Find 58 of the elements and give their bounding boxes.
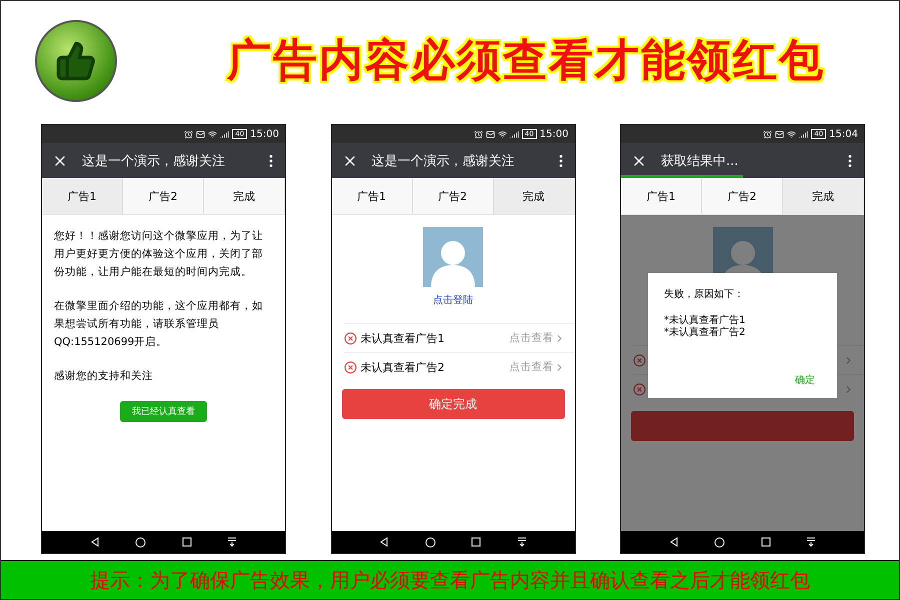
dialog-line: *未认真查看广告1 (664, 315, 746, 326)
page-title: 这是一个演示，感谢关注 (372, 152, 516, 170)
error-icon (344, 332, 356, 345)
login-link[interactable]: 点击登陆 (433, 293, 473, 308)
footer-tip: 提示：为了确保广告效果，用户必须要查看广告内容并且确认查看之后才能领红包 (1, 560, 899, 599)
dialog-line: *未认真查看广告2 (664, 327, 746, 340)
signal-icon (220, 130, 230, 139)
wifi-icon (787, 130, 796, 139)
mail-icon (486, 130, 495, 139)
tab[interactable]: 完成 (494, 178, 574, 214)
tab[interactable]: 广告1 (332, 178, 412, 214)
avatar-placeholder (423, 227, 483, 288)
row-text: 未认真查看广告2 (360, 360, 446, 375)
list-row[interactable]: 未认真查看广告2 点击查看 (344, 352, 574, 382)
home-icon[interactable] (424, 536, 436, 548)
page-title: 这是一个演示，感谢关注 (82, 152, 226, 170)
page-title: 获取结果中... (661, 152, 740, 170)
status-time: 15:04 (829, 128, 858, 140)
mail-icon (196, 130, 206, 139)
wifi-icon (498, 130, 507, 139)
dropdown-icon[interactable] (806, 537, 816, 548)
mail-icon (775, 130, 784, 139)
wifi-icon (208, 130, 218, 139)
list-row[interactable]: 未认真查看广告1 点击查看 (344, 323, 574, 352)
error-icon (344, 360, 356, 374)
recents-icon[interactable] (760, 537, 771, 548)
paragraph: 感谢您的支持和关注 (54, 369, 154, 384)
finish-button[interactable]: 确定完成 (342, 389, 564, 420)
row-text: 未认真查看广告1 (360, 330, 446, 346)
recents-icon[interactable] (471, 537, 482, 548)
tab[interactable]: 完成 (783, 178, 864, 214)
tab[interactable]: 广告2 (123, 178, 204, 214)
tab[interactable]: 广告2 (412, 178, 494, 214)
tab[interactable]: 广告1 (621, 178, 702, 214)
status-time: 15:00 (540, 128, 568, 140)
paragraph: 在微擎里面介绍的功能，这个应用都有，如果想尝试所有功能，请联系管理员QQ:155120699开启。 (54, 299, 264, 350)
banner-title: 广告内容必须查看才能领红包 (227, 34, 825, 88)
tab[interactable]: 完成 (204, 178, 285, 214)
home-icon[interactable] (714, 536, 726, 548)
dialog-title: 失败，原因如下： (664, 288, 745, 302)
paragraph: 您好！！感谢您访问这个微擎应用，为了让用户更好更方便的体验这个应用，关闭了部份功能，让用户能在最短的时间内完成。 (54, 229, 264, 280)
home-icon[interactable] (135, 536, 146, 548)
signal-icon (510, 130, 519, 139)
back-icon[interactable] (668, 537, 679, 548)
signal-icon (799, 130, 808, 139)
error-icon (633, 382, 646, 396)
back-icon[interactable] (90, 537, 100, 548)
status-time: 15:00 (250, 128, 279, 140)
error-icon (633, 354, 646, 367)
dropdown-icon[interactable] (227, 537, 238, 548)
dropdown-icon[interactable] (516, 537, 527, 548)
tab[interactable]: 广告2 (702, 178, 783, 214)
alarm-icon (763, 130, 772, 139)
tab[interactable]: 广告1 (42, 178, 123, 214)
recents-icon[interactable] (182, 537, 192, 548)
back-icon[interactable] (379, 537, 390, 548)
alarm-icon (184, 130, 194, 139)
alarm-icon (474, 130, 483, 139)
